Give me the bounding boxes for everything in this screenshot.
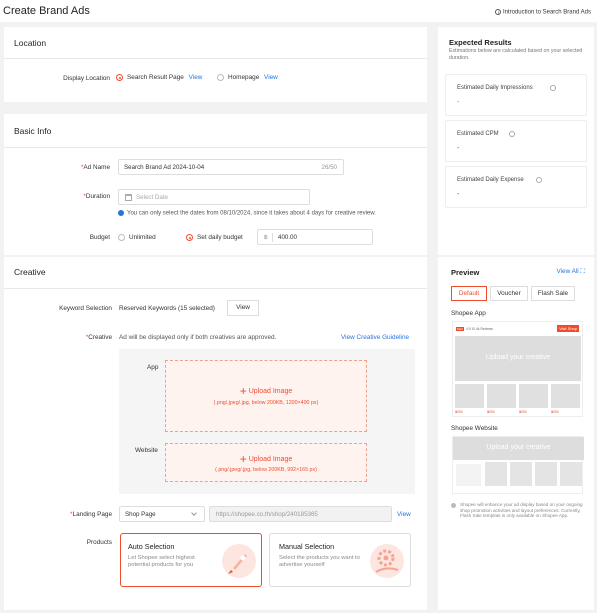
website-label: Website [135,447,158,454]
app-upload-box[interactable]: + Upload Image (.png/.jpeg/.jpg, below 2… [165,360,367,432]
expand-icon: ⛶ [580,268,585,275]
product-tile [560,462,582,486]
info-icon: i [495,9,502,15]
page-title: Create Brand Ads [3,5,90,17]
preview-footnote: Shopee will enhance your ad display base… [451,502,589,519]
website-preview: Upload your creative [452,436,584,494]
rating-text: 4.9 10.4k Reviews [466,327,493,331]
char-count: 26/50 [321,164,337,171]
price-text: ฿000 [487,410,495,414]
budget-input[interactable]: ฿ 400.00 [257,229,373,245]
price-text: ฿000 [551,410,559,414]
section-title: Basic Info [14,126,52,136]
question-icon [536,177,542,183]
view-all-link[interactable]: View All ⛶ [556,268,585,276]
chevron-down-icon [191,510,197,516]
calendar-icon [125,194,132,201]
plus-icon: + [239,452,247,466]
duration-note: You can only select the dates from 08/10… [118,210,376,217]
shop-tag: Mall [456,327,464,331]
keyword-view-button[interactable]: View [227,300,259,316]
radio-search-result[interactable]: Search Result Page View [116,74,202,81]
preview-title: Preview [451,268,480,277]
expected-subtitle: Estimations below are calculated based o… [449,48,583,61]
radio-selected-icon [116,74,123,81]
landing-page-select[interactable]: Shop Page [119,506,205,522]
gear-hand-icon [370,544,404,578]
expected-results-card: Expected Results Estimations below are c… [438,27,594,255]
info-filled-icon [451,503,456,508]
duration-date-picker[interactable]: Select Date [118,189,310,205]
intro-link-label: Introduction to Search Brand Ads [502,9,591,16]
cpm-box: Estimated CPM - [445,120,587,162]
price-text: ฿000 [455,410,463,414]
product-tile [510,462,532,486]
divider [4,288,427,289]
divider [4,147,427,148]
tab-flash-sale[interactable]: Flash Sale [531,286,575,301]
product-tile [487,384,516,408]
intro-link[interactable]: i Introduction to Search Brand Ads [495,9,591,16]
auto-selection-card[interactable]: Auto Selection Let Shopee select highest… [120,533,262,587]
question-icon [509,131,515,137]
divider [4,58,427,59]
product-tile [485,462,507,486]
product-tile [535,462,557,486]
price-text: ฿000 [519,410,527,414]
radio-homepage[interactable]: Homepage View [217,74,278,81]
preview-card: Preview View All ⛶ Default Voucher Flash… [438,257,594,610]
expense-box: Estimated Daily Expense - [445,166,587,208]
display-location-label: Display Location [63,75,110,82]
section-title: Location [14,38,47,48]
shopee-website-label: Shopee Website [451,425,498,432]
radio-selected-icon [186,234,193,241]
landing-url-input: https://shopee.co.th/shop/240185365 [209,506,392,522]
keyword-label: Keyword Selection [59,305,112,312]
creative-label: *Creative [85,334,112,341]
plus-icon: + [239,384,247,398]
ad-name-label: *Ad Name [80,164,110,171]
app-preview: Mall 4.9 10.4k Reviews Visit Shop Upload… [452,321,583,417]
product-tile [519,384,548,408]
section-title: Creative [14,267,46,277]
creative-guideline-link[interactable]: View Creative Guideline [341,334,409,341]
radio-daily-budget[interactable]: Set daily budget [186,234,243,241]
shop-info-block [456,464,481,486]
product-tile [455,384,484,408]
ad-name-input[interactable]: Search Brand Ad 2024-10-04 26/50 [118,159,344,175]
app-creative-placeholder: Upload your creative [455,336,581,381]
landing-view-link[interactable]: View [397,511,411,518]
rocket-icon [222,544,256,578]
budget-label: Budget [89,234,110,241]
products-label: Products [86,539,112,546]
impressions-box: Estimated Daily Impressions - [445,74,587,116]
creative-card: Creative Keyword Selection Reserved Keyw… [4,257,427,610]
radio-icon [217,74,224,81]
page-header: Create Brand Ads i Introduction to Searc… [0,0,597,22]
info-filled-icon [118,210,124,216]
tab-voucher[interactable]: Voucher [490,286,528,301]
view-link[interactable]: View [189,74,203,81]
landing-page-label: *Landing Page [70,511,112,518]
duration-label: *Duration [83,193,110,200]
basic-info-card: Basic Info *Ad Name Search Brand Ad 2024… [4,114,427,255]
expected-title: Expected Results [449,38,512,47]
app-label: App [147,364,159,371]
location-card: Location Display Location Search Result … [4,27,427,102]
website-upload-box[interactable]: + Upload Image (.png/.jpeg/.jpg, below 2… [165,443,367,482]
question-icon [550,85,556,91]
visit-shop-button: Visit Shop [557,325,579,332]
product-tile [551,384,580,408]
website-creative-placeholder: Upload your creative [453,437,584,460]
radio-unlimited[interactable]: Unlimited [118,234,156,241]
upload-area: App + Upload Image (.png/.jpeg/.jpg, bel… [119,349,415,494]
creative-note: Ad will be displayed only if both creati… [119,334,277,341]
radio-icon [118,234,125,241]
keyword-value: Reserved Keywords (15 selected) [119,305,215,312]
shopee-app-label: Shopee App [451,310,486,317]
tab-default[interactable]: Default [451,286,487,301]
view-link[interactable]: View [264,74,278,81]
manual-selection-card[interactable]: Manual Selection Select the products you… [269,533,411,587]
